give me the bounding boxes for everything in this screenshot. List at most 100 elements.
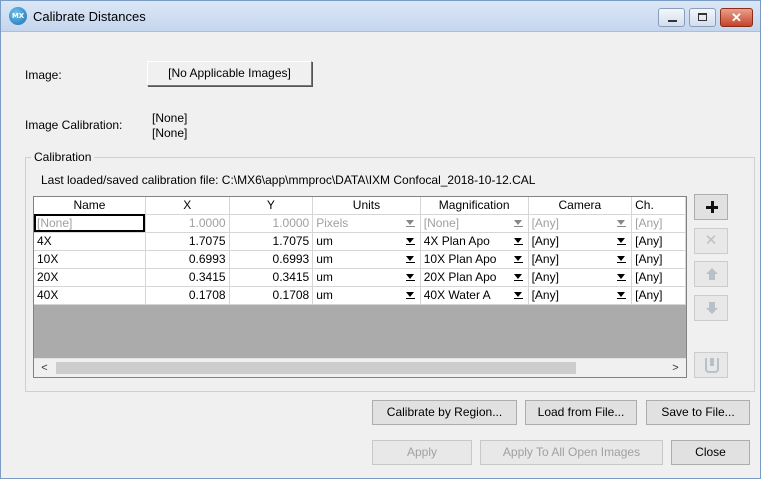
cell-units[interactable]: um [312, 232, 421, 251]
load-from-file-button[interactable]: Load from File... [525, 400, 637, 425]
cell-units[interactable]: Pixels [312, 214, 421, 233]
cell-magnification[interactable]: 10X Plan Apo [420, 250, 529, 269]
magnification-value: 40X Water A [423, 288, 491, 302]
cell-name[interactable]: 40X [34, 286, 146, 305]
cell-name[interactable]: 10X [34, 250, 146, 269]
column-header-camera[interactable]: Camera [528, 197, 633, 215]
cell-magnification[interactable]: 4X Plan Apo [420, 232, 529, 251]
dropdown-arrow-icon[interactable] [615, 252, 628, 266]
cell-x[interactable]: 0.1708 [145, 286, 230, 305]
column-header-x[interactable]: X [145, 197, 230, 215]
column-header-magnification[interactable]: Magnification [420, 197, 529, 215]
magnification-value: [None] [423, 216, 460, 230]
image-label: Image: [25, 68, 62, 82]
calibration-group-label: Calibration [31, 150, 95, 164]
cell-magnification[interactable]: 20X Plan Apo [420, 268, 529, 287]
scroll-right-arrow-icon[interactable]: > [667, 360, 684, 377]
cell-name[interactable]: 20X [34, 268, 146, 287]
cell-magnification[interactable]: [None] [420, 214, 529, 233]
column-header-y[interactable]: Y [229, 197, 314, 215]
column-header-units[interactable]: Units [312, 197, 421, 215]
cell-channel[interactable]: [Any] [631, 214, 686, 233]
cell-magnification[interactable]: 40X Water A [420, 286, 529, 305]
cell-units[interactable]: um [312, 286, 421, 305]
image-calibration-value: [None] [152, 111, 188, 125]
units-value: um [316, 270, 333, 284]
table-row[interactable]: [None] 1.0000 1.0000 Pixels [None] [Any] [Any] [34, 214, 686, 233]
dropdown-arrow-icon[interactable] [512, 288, 525, 302]
cell-x[interactable]: 1.0000 [145, 214, 230, 233]
cell-camera[interactable]: [Any] [528, 250, 633, 269]
dropdown-arrow-icon[interactable] [512, 270, 525, 284]
title-bar[interactable]: MX Calibrate Distances ✕ [1, 1, 760, 32]
move-down-button[interactable] [694, 295, 728, 321]
cell-channel[interactable]: [Any] [631, 268, 686, 287]
delete-icon: ✕ [704, 232, 718, 249]
maximize-button[interactable] [689, 8, 716, 27]
minimize-button[interactable] [658, 8, 685, 27]
cell-y[interactable]: 1.0000 [229, 214, 314, 233]
table-row[interactable]: 20X 0.3415 0.3415 um 20X Plan Apo [Any] [Any] [34, 268, 686, 287]
cell-x[interactable]: 0.6993 [145, 250, 230, 269]
close-window-button[interactable]: ✕ [720, 8, 753, 27]
dropdown-arrow-icon[interactable] [615, 234, 628, 248]
table-row[interactable]: 10X 0.6993 0.6993 um 10X Plan Apo [Any] [Any] [34, 250, 686, 269]
cell-y[interactable]: 1.7075 [229, 232, 314, 251]
apply-button[interactable]: Apply [372, 440, 472, 465]
move-up-button[interactable] [694, 261, 728, 287]
camera-value: [Any] [531, 216, 559, 230]
image-calibration-value-2: [None] [152, 126, 188, 140]
cell-camera[interactable]: [Any] [528, 286, 633, 305]
cell-units[interactable]: um [312, 250, 421, 269]
delete-calibration-button[interactable]: ✕ [694, 228, 728, 254]
plus-icon-stroke [711, 201, 714, 213]
cell-x[interactable]: 0.3415 [145, 268, 230, 287]
dropdown-arrow-icon[interactable] [404, 252, 417, 266]
cell-x[interactable]: 1.7075 [145, 232, 230, 251]
image-select-button[interactable]: [No Applicable Images] [147, 61, 312, 86]
cell-channel[interactable]: [Any] [631, 250, 686, 269]
dropdown-arrow-icon[interactable] [615, 270, 628, 284]
horizontal-scrollbar[interactable]: < > [34, 358, 686, 377]
dropdown-arrow-icon[interactable] [512, 234, 525, 248]
cell-camera[interactable]: [Any] [528, 232, 633, 251]
cell-channel[interactable]: [Any] [631, 232, 686, 251]
cell-y[interactable]: 0.1708 [229, 286, 314, 305]
column-header-name[interactable]: Name [34, 197, 146, 215]
table-row[interactable]: 40X 0.1708 0.1708 um 40X Water A [Any] [Any] [34, 286, 686, 305]
cell-units[interactable]: um [312, 268, 421, 287]
cell-name[interactable]: [None] [34, 214, 146, 233]
add-calibration-button[interactable] [694, 194, 728, 220]
dropdown-arrow-icon[interactable] [404, 234, 417, 248]
calibrate-by-region-button[interactable]: Calibrate by Region... [372, 400, 517, 425]
cell-y[interactable]: 0.6993 [229, 250, 314, 269]
dropdown-arrow-icon[interactable] [404, 270, 417, 284]
magnification-value: 20X Plan Apo [423, 270, 497, 284]
dropdown-arrow-icon[interactable] [615, 288, 628, 302]
dropdown-arrow-icon[interactable] [512, 216, 525, 230]
calibration-file-text: Last loaded/saved calibration file: C:\M… [41, 173, 536, 187]
save-to-file-button[interactable]: Save to File... [646, 400, 750, 425]
cell-name[interactable]: 4X [34, 232, 146, 251]
cell-channel[interactable]: [Any] [631, 286, 686, 305]
camera-value: [Any] [531, 288, 559, 302]
dropdown-arrow-icon[interactable] [404, 288, 417, 302]
camera-value: [Any] [531, 234, 559, 248]
close-button[interactable]: Close [671, 440, 750, 465]
dropdown-arrow-icon[interactable] [615, 216, 628, 230]
app-logo-icon: MX [9, 7, 27, 25]
cell-camera[interactable]: [Any] [528, 268, 633, 287]
cell-camera[interactable]: [Any] [528, 214, 633, 233]
table-row[interactable]: 4X 1.7075 1.7075 um 4X Plan Apo [Any] [Any] [34, 232, 686, 251]
dropdown-arrow-icon[interactable] [404, 216, 417, 230]
calibration-table[interactable]: Name X Y Units Magnification Camera Ch. … [33, 196, 687, 378]
scrollbar-thumb[interactable] [56, 362, 576, 374]
cell-y[interactable]: 0.3415 [229, 268, 314, 287]
apply-to-all-open-images-button[interactable]: Apply To All Open Images [480, 440, 663, 465]
close-icon: ✕ [731, 10, 742, 25]
magnification-value: 10X Plan Apo [423, 252, 497, 266]
scroll-left-arrow-icon[interactable]: < [36, 360, 53, 377]
dropdown-arrow-icon[interactable] [512, 252, 525, 266]
column-header-channel[interactable]: Ch. [631, 197, 686, 215]
save-calibration-button[interactable] [694, 352, 728, 378]
